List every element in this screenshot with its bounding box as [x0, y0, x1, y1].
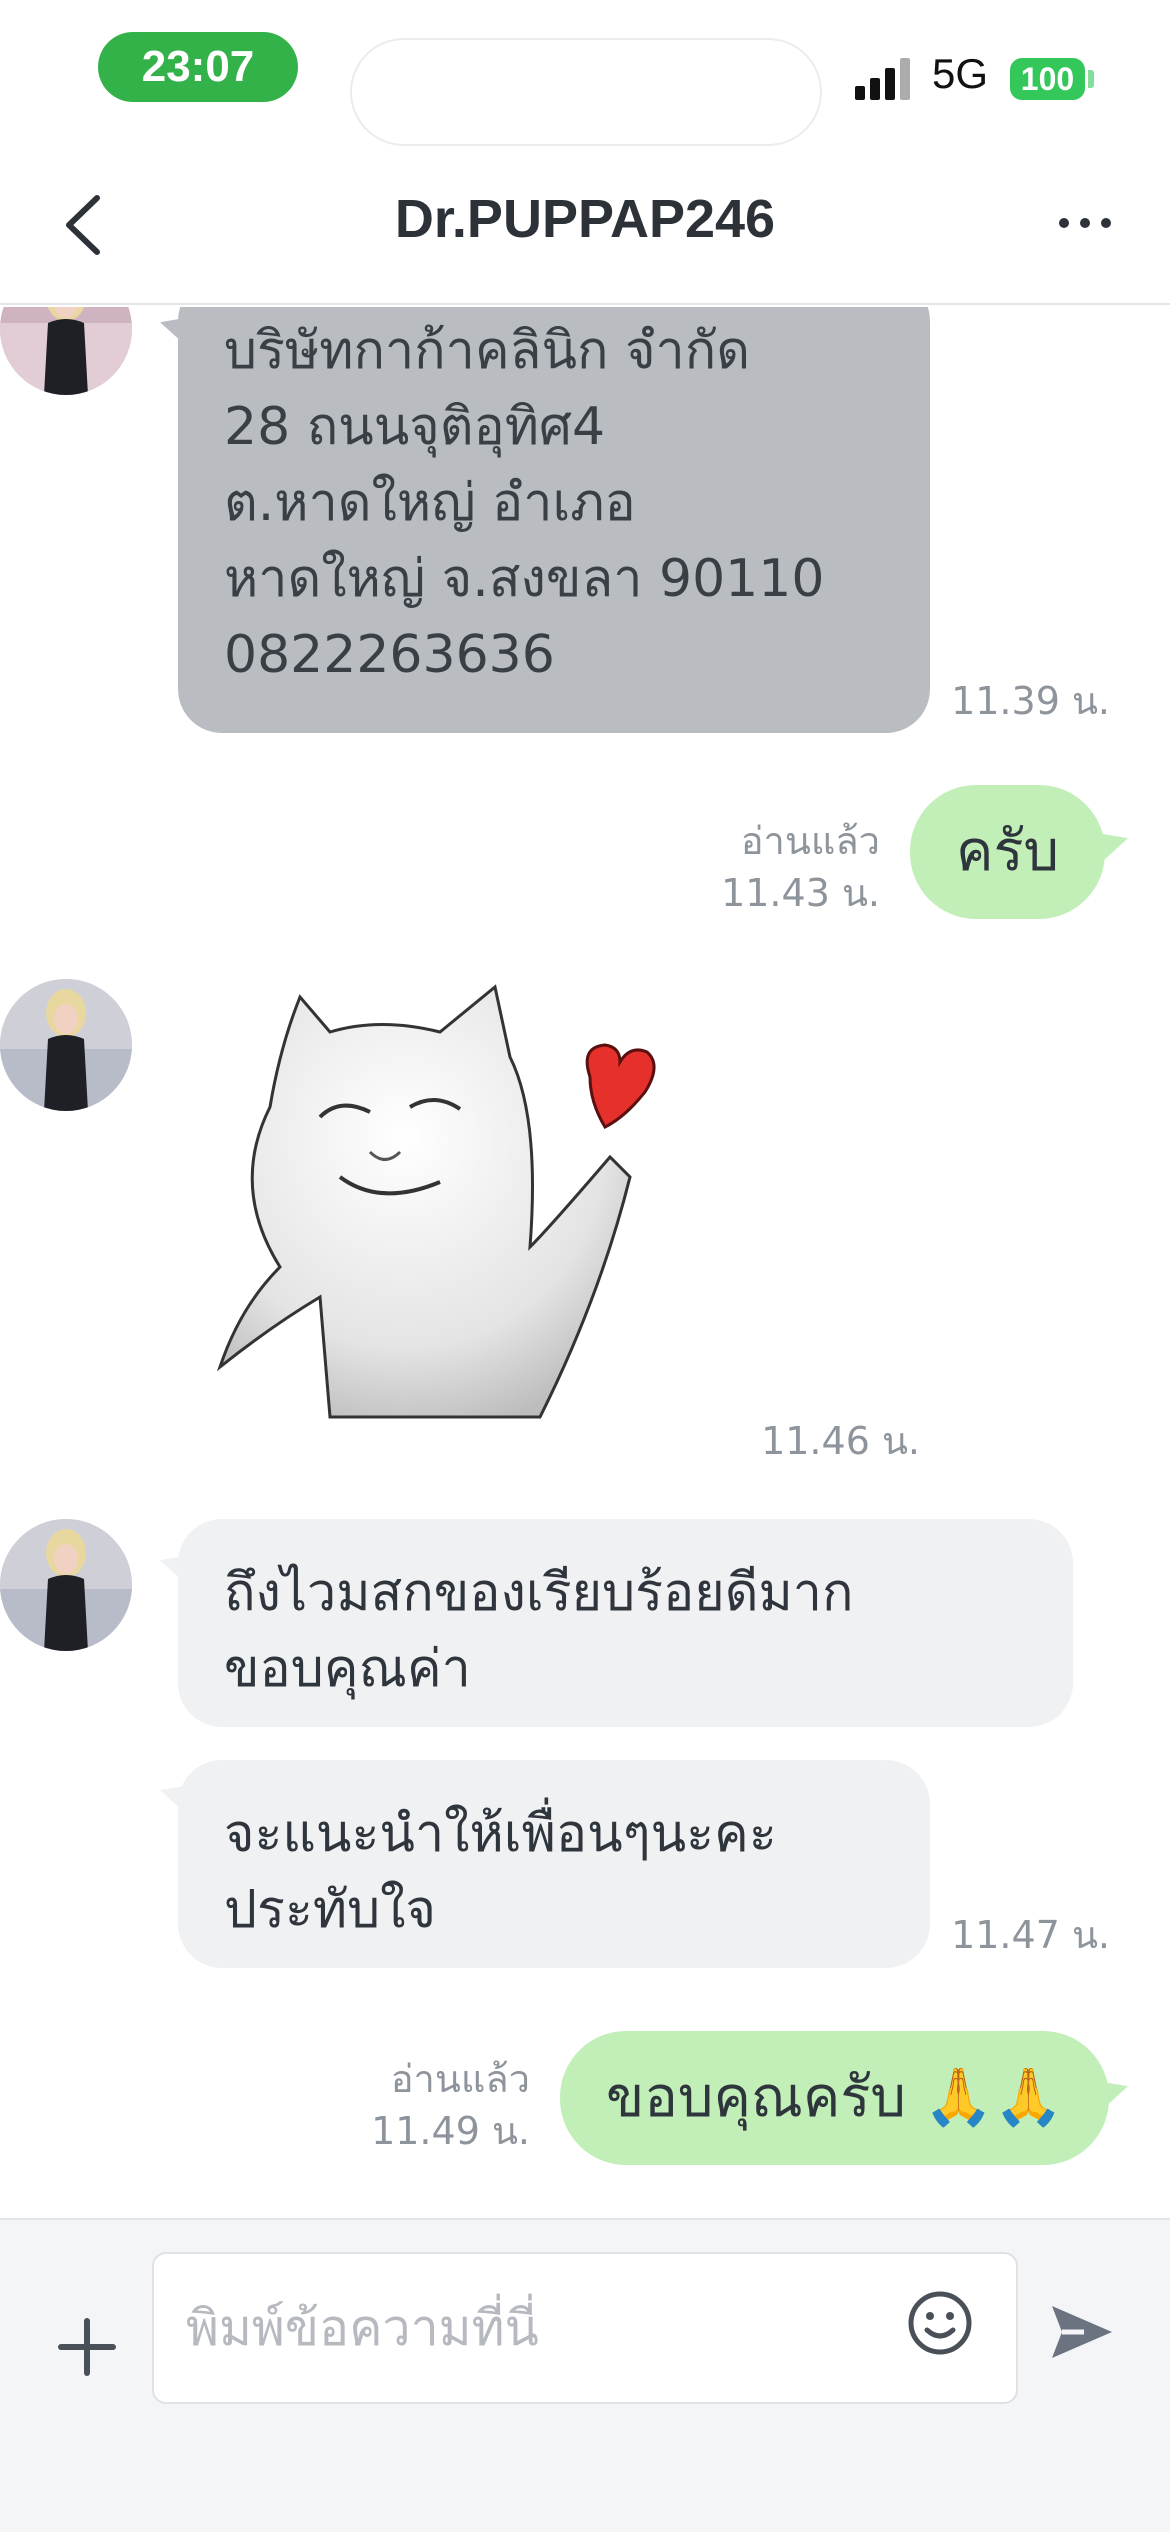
- message-bubble-outgoing[interactable]: ครับ: [910, 785, 1106, 919]
- message-list[interactable]: บริษัทกาก้าคลินิก จำกัด 28 ถนนจุติอุทิศ4…: [0, 307, 1170, 2217]
- send-icon[interactable]: [1048, 2300, 1116, 2364]
- message-bubble-address[interactable]: บริษัทกาก้าคลินิก จำกัด 28 ถนนจุติอุทิศ4…: [178, 307, 930, 733]
- message-bubble-incoming[interactable]: จะแนะนำให้เพื่อนๆนะคะ ประทับใจ: [178, 1760, 930, 1968]
- chat-header: Dr.PUPPAP246: [0, 150, 1170, 305]
- message-time: 11.47 น.: [951, 1913, 1110, 1957]
- avatar[interactable]: [0, 1519, 132, 1651]
- composer-bar: พิมพ์ข้อความที่นี่: [0, 2218, 1170, 2532]
- signal-icon: [855, 58, 915, 100]
- battery-icon: 100: [1010, 58, 1085, 100]
- read-receipt: อ่านแล้ว: [740, 819, 880, 863]
- message-input[interactable]: พิมพ์ข้อความที่นี่: [152, 2252, 1018, 2404]
- status-bar: 23:07 5G 100: [0, 0, 1170, 150]
- dynamic-island: [350, 38, 822, 146]
- bubble-tail: [1102, 824, 1128, 862]
- read-receipt: อ่านแล้ว: [390, 2057, 530, 2101]
- avatar[interactable]: [0, 307, 132, 395]
- network-label: 5G: [932, 50, 989, 97]
- avatar[interactable]: [0, 979, 132, 1111]
- status-time: 23:07: [98, 32, 298, 102]
- battery-tip: [1088, 70, 1094, 88]
- chat-title[interactable]: Dr.PUPPAP246: [0, 188, 1170, 250]
- emoji-icon[interactable]: [905, 2288, 975, 2358]
- more-icon[interactable]: [1055, 210, 1115, 240]
- message-time: 11.43 น.: [721, 871, 880, 915]
- message-bubble-outgoing[interactable]: ขอบคุณครับ 🙏🙏: [560, 2031, 1110, 2165]
- message-time: 11.49 น.: [371, 2109, 530, 2153]
- message-time: 11.39 น.: [951, 679, 1110, 723]
- cat-heart-sticker[interactable]: [210, 967, 730, 1427]
- message-time: 11.46 น.: [761, 1419, 920, 1463]
- message-bubble-incoming[interactable]: ถึงไวมสกของเรียบร้อยดีมาก ขอบคุณค่า: [178, 1519, 1073, 1727]
- plus-icon[interactable]: [55, 2315, 119, 2379]
